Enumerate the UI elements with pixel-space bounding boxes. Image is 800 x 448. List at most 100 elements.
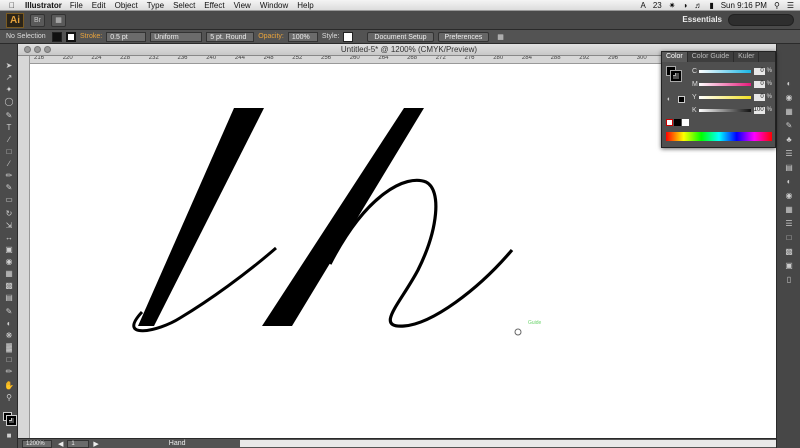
zoom-level-field[interactable]: 1200% [22, 439, 52, 448]
direct-selection-tool-icon[interactable]: ↗ [3, 72, 15, 82]
gradient-tool-icon[interactable]: ▤ [3, 292, 15, 302]
white-quick-swatch[interactable] [682, 119, 689, 126]
cyan-value[interactable]: 0 [753, 67, 765, 75]
rectangle-tool-icon[interactable]: □ [3, 146, 15, 156]
bridge-icon[interactable]: Br [30, 13, 45, 27]
artboards-icon[interactable]: □ [783, 232, 795, 242]
zoom-tool-icon[interactable]: ⚲ [3, 392, 15, 402]
apple-icon[interactable]:  [9, 1, 19, 10]
pen-tool-icon[interactable]: ✎ [3, 110, 15, 120]
lasso-tool-icon[interactable]: ◯ [3, 96, 15, 106]
scale-tool-icon[interactable]: ⇲ [3, 220, 15, 230]
blend-tool-icon[interactable]: ◐ [3, 318, 15, 328]
tab-color-guide[interactable]: Color Guide [688, 52, 735, 62]
opacity-label[interactable]: Opacity: [258, 33, 284, 40]
graphic-style-swatch[interactable] [343, 31, 354, 42]
spotlight-search-icon[interactable]: ⚲ [774, 1, 780, 10]
stroke-color-icon[interactable] [6, 415, 17, 426]
magenta-slider[interactable] [699, 82, 751, 86]
graphic-styles-icon[interactable]: ▦ [783, 204, 795, 214]
bluetooth-icon[interactable]: ✷ [669, 1, 676, 10]
opacity-field[interactable]: 100% [287, 31, 318, 42]
fill-swatch[interactable] [52, 31, 62, 42]
line-tool-icon[interactable]: ∕ [3, 134, 15, 144]
blob-brush-tool-icon[interactable]: ✎ [3, 182, 15, 192]
paintbrush-tool-icon[interactable]: ∕ [3, 158, 15, 168]
menu-edit[interactable]: Edit [92, 1, 106, 10]
color-mode-icon[interactable]: ■ [3, 430, 15, 440]
next-artboard-icon[interactable]: ▶ [93, 440, 98, 448]
stroke-panel-icon[interactable]: ☰ [783, 148, 795, 158]
out-of-gamut-icon[interactable]: ◐ [667, 96, 671, 103]
brush-definition[interactable]: 5 pt. Round [206, 31, 255, 42]
transform-icon[interactable]: ▯ [783, 274, 795, 284]
wifi-icon[interactable]: ◑ [682, 1, 687, 10]
selection-tool-icon[interactable]: ➤ [3, 60, 15, 70]
appearance-icon[interactable]: ◉ [783, 190, 795, 200]
swatches-icon[interactable]: ▦ [783, 106, 795, 116]
cyan-slider[interactable] [699, 69, 751, 73]
none-swatch[interactable] [666, 119, 673, 126]
eraser-tool-icon[interactable]: ▭ [3, 194, 15, 204]
menu-file[interactable]: File [70, 1, 83, 10]
layers-icon[interactable]: ☰ [783, 218, 795, 228]
mesh-tool-icon[interactable]: ▩ [3, 280, 15, 290]
menu-view[interactable]: View [234, 1, 251, 10]
menu-effect[interactable]: Effect [204, 1, 224, 10]
black-value[interactable]: 100 [753, 106, 765, 114]
menu-type[interactable]: Type [147, 1, 164, 10]
status-count[interactable]: 23 [653, 1, 662, 10]
workspace-switcher[interactable]: Essentials [682, 15, 722, 24]
letter-h-stem[interactable] [262, 108, 424, 326]
symbol-sprayer-tool-icon[interactable]: ❋ [3, 330, 15, 340]
tab-color[interactable]: Color [662, 52, 688, 62]
eyedropper-tool-icon[interactable]: ✎ [3, 306, 15, 316]
vertical-ruler[interactable] [18, 56, 30, 438]
magenta-value[interactable]: 0 [753, 80, 765, 88]
align-icon[interactable]: ▩ [783, 246, 795, 256]
panel-stroke-swatch[interactable] [670, 70, 682, 82]
type-tool-icon[interactable]: T [3, 122, 15, 132]
letter-l-stem[interactable] [138, 108, 264, 326]
menubar-clock[interactable]: Sun 9:16 PM [721, 1, 767, 10]
horizontal-scrollbar[interactable] [240, 440, 776, 447]
artboard-navigation-field[interactable]: 1 [67, 439, 90, 448]
arrange-icon[interactable]: ▦ [497, 33, 504, 41]
arrange-documents-icon[interactable]: ▦ [51, 13, 66, 27]
menu-select[interactable]: Select [173, 1, 195, 10]
width-tool-icon[interactable]: ↔ [3, 232, 15, 242]
color-spectrum-bar[interactable] [666, 132, 772, 141]
menu-window[interactable]: Window [260, 1, 288, 10]
menu-app-name[interactable]: Illustrator [25, 1, 62, 10]
web-safe-icon[interactable] [678, 96, 685, 103]
stroke-weight-field[interactable]: 0.5 pt [106, 31, 147, 42]
slice-tool-icon[interactable]: ✏ [3, 366, 15, 376]
rotate-tool-icon[interactable]: ↻ [3, 208, 15, 218]
color-guide-icon[interactable]: ◉ [783, 92, 795, 102]
preferences-button[interactable]: Preferences [437, 31, 490, 42]
brushes-icon[interactable]: ✎ [783, 120, 795, 130]
stroke-swatch[interactable] [66, 31, 76, 42]
hand-tool-icon[interactable]: ✋ [3, 380, 15, 390]
transparency-icon[interactable]: ◐ [783, 176, 795, 186]
variable-width-profile[interactable]: Uniform [150, 31, 203, 42]
volume-icon[interactable]: ♬ [694, 1, 702, 10]
help-search-input[interactable] [728, 14, 794, 26]
artboard-tool-icon[interactable]: □ [3, 354, 15, 364]
menu-object[interactable]: Object [115, 1, 138, 10]
battery-icon[interactable]: ▮ [709, 1, 713, 10]
shape-builder-tool-icon[interactable]: ◉ [3, 256, 15, 266]
black-quick-swatch[interactable] [674, 119, 681, 126]
menu-help[interactable]: Help [297, 1, 313, 10]
first-artboard-icon[interactable]: ◀ [58, 440, 63, 448]
column-graph-tool-icon[interactable]: ▓ [3, 342, 15, 352]
current-tool-status[interactable]: Hand [169, 440, 186, 447]
stroke-label[interactable]: Stroke: [80, 33, 102, 40]
pathfinder-icon[interactable]: ▣ [783, 260, 795, 270]
free-transform-tool-icon[interactable]: ▣ [3, 244, 15, 254]
document-setup-button[interactable]: Document Setup [367, 31, 434, 42]
magic-wand-tool-icon[interactable]: ✦ [3, 84, 15, 94]
yellow-value[interactable]: 0 [753, 93, 765, 101]
adobe-status-icon[interactable]: A [641, 1, 646, 10]
gradient-panel-icon[interactable]: ▤ [783, 162, 795, 172]
